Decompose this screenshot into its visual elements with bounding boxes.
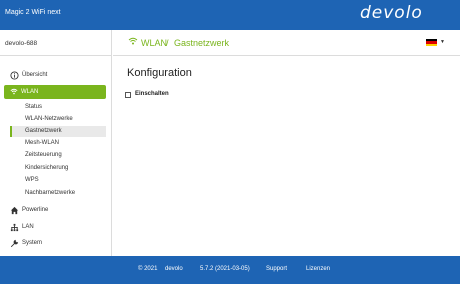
footer-copyright: © 2021 [138, 266, 158, 272]
page-header: WLAN / Gastnetzwerk ▼ [113, 30, 460, 56]
chevron-down-icon[interactable]: ▼ [440, 39, 445, 45]
footer-licenses-link[interactable]: Lizenzen [306, 266, 330, 272]
sidebar-item-wlan[interactable]: WLAN [4, 85, 106, 99]
wifi-icon [128, 37, 138, 45]
home-icon [10, 206, 19, 214]
footer-brand: devolo [165, 266, 183, 272]
sidebar-subitem-zeitsteuerung[interactable]: Zeitsteuerung [10, 150, 106, 161]
footer: © 2021 devolo 5.7.2 (2021-03-05) Support… [0, 256, 460, 284]
breadcrumb-page: Gastnetzwerk [174, 38, 230, 48]
network-icon [10, 223, 19, 231]
sidebar-subitem-mesh-wlan[interactable]: Mesh-WLAN [10, 138, 106, 149]
footer-version: 5.7.2 (2021-03-05) [200, 266, 250, 272]
sidebar: Übersicht WLAN Status WLAN-Netzwerke Gas… [0, 56, 112, 256]
sidebar-subitem-wps[interactable]: WPS [10, 175, 106, 186]
wifi-icon [10, 88, 18, 95]
info-circle-icon [10, 70, 19, 80]
sidebar-subitem-status[interactable]: Status [10, 102, 106, 113]
device-name: devolo-688 [5, 40, 38, 47]
breadcrumb-section[interactable]: WLAN [141, 38, 167, 48]
sidebar-subitem-gastnetzwerk[interactable]: Gastnetzwerk [10, 126, 106, 137]
sidebar-subitem-kindersicherung[interactable]: Kindersicherung [10, 163, 106, 174]
sidebar-item-label: LAN [22, 224, 34, 230]
device-name-bar: devolo-688 [0, 30, 112, 56]
product-name: Magic 2 WiFi next [5, 9, 61, 16]
footer-support-link[interactable]: Support [266, 266, 287, 272]
sidebar-item-label: System [22, 240, 43, 246]
sidebar-item-lan[interactable]: LAN [10, 221, 34, 233]
sidebar-subitem-wlan-netzwerke[interactable]: WLAN-Netzwerke [10, 114, 106, 125]
sidebar-item-label: WLAN [21, 89, 39, 95]
devolo-logo[interactable]: devolo [360, 3, 423, 23]
breadcrumb-separator: / [166, 38, 169, 48]
sidebar-item-label: Übersicht [22, 72, 48, 78]
top-header: Magic 2 WiFi next devolo [0, 0, 460, 30]
sidebar-item-label: Powerline [22, 207, 49, 213]
enable-checkbox-label[interactable]: Einschalten [135, 91, 169, 97]
enable-checkbox[interactable] [125, 92, 131, 98]
de-flag-icon[interactable] [426, 39, 437, 46]
wrench-icon [10, 239, 19, 247]
sidebar-item-uebersicht[interactable]: Übersicht [10, 69, 47, 81]
sidebar-subitem-nachbarnetzwerke[interactable]: Nachbarnetzwerke [10, 188, 106, 199]
page-title: Konfiguration [127, 67, 192, 79]
sidebar-item-powerline[interactable]: Powerline [10, 204, 48, 216]
sidebar-item-system[interactable]: System [10, 237, 42, 249]
app-root: Magic 2 WiFi next devolo devolo-688 WLAN… [0, 0, 460, 284]
